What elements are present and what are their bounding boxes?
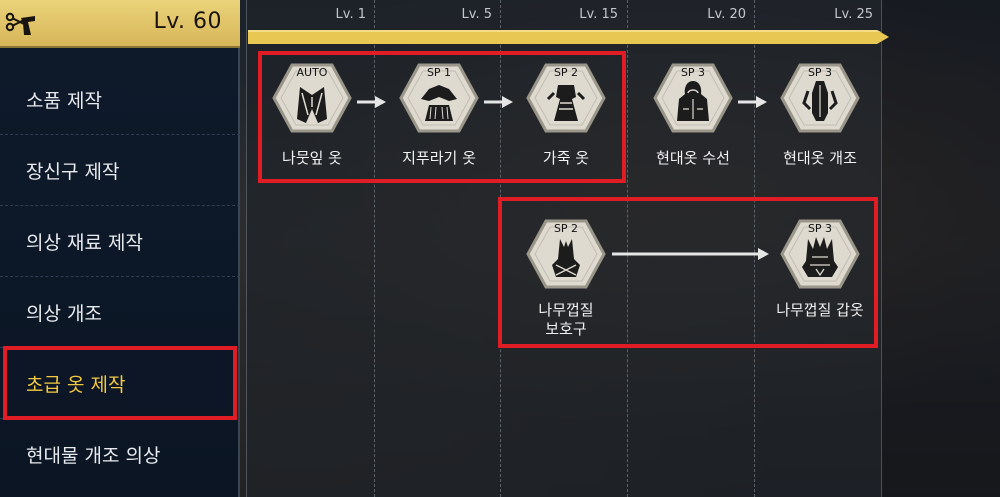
menu-item-label: 의상 개조 xyxy=(26,302,102,325)
node-label: 현대옷 개조 xyxy=(783,149,857,167)
node-label: 나뭇잎 옷 xyxy=(282,149,342,167)
column-level-label: Lv. 20 xyxy=(707,7,746,22)
menu-item-label: 의상 재료 제작 xyxy=(26,231,143,254)
hex-frame: SP 1 xyxy=(399,63,479,133)
arrow-right-icon xyxy=(357,96,386,108)
hex-frame: SP 3 xyxy=(780,219,860,289)
level-header: Lv. 60 xyxy=(0,0,240,48)
column-level-label: Lv. 15 xyxy=(579,7,618,22)
hex-frame: SP 3 xyxy=(653,63,733,133)
node-cost-tag: SP 3 xyxy=(680,66,706,79)
level-progress-banner xyxy=(248,30,889,44)
node-cost-tag: SP 1 xyxy=(426,66,452,79)
menu-item-clothing-material-crafting[interactable]: 의상 재료 제작 xyxy=(0,206,240,277)
arrow-right-long-icon xyxy=(612,248,769,260)
column-divider xyxy=(500,0,501,497)
node-cost-tag: SP 2 xyxy=(553,222,579,235)
node-cost-tag: SP 2 xyxy=(553,66,579,79)
hex-frame: SP 2 xyxy=(526,219,606,289)
character-level: Lv. 60 xyxy=(153,9,222,34)
node-label: 가죽 옷 xyxy=(542,149,590,167)
menu-item-label: 장신구 제작 xyxy=(26,160,120,183)
arrow-right-icon xyxy=(738,96,767,108)
node-label: 지푸라기 옷 xyxy=(402,149,476,167)
menu-item-accessory-crafting[interactable]: 장신구 제작 xyxy=(0,135,240,206)
sewing-craft-icon xyxy=(5,12,35,35)
column-level-label: Lv. 1 xyxy=(335,7,366,22)
node-cost-tag: SP 3 xyxy=(807,222,833,235)
menu-item-modern-modified-clothes[interactable]: 현대물 개조 의상 xyxy=(0,419,240,490)
hex-frame: SP 3 xyxy=(780,63,860,133)
menu-item-label: 소품 제작 xyxy=(26,89,102,112)
hex-frame: SP 2 xyxy=(526,63,606,133)
menu-item-clothing-modification[interactable]: 의상 개조 xyxy=(0,277,240,348)
column-divider xyxy=(374,0,375,497)
menu-item-props-crafting[interactable]: 소품 제작 xyxy=(0,64,240,135)
crafting-category-sidebar: Lv. 60 소품 제작 장신구 제작 의상 재료 제작 의상 개조 초급 옷 … xyxy=(0,0,240,497)
hex-frame: AUTO xyxy=(272,63,352,133)
skill-tree-empty-column xyxy=(881,0,1000,497)
column-level-label: Lv. 25 xyxy=(834,7,873,22)
menu-item-label: 초급 옷 제작 xyxy=(26,373,126,396)
node-cost-tag: AUTO xyxy=(296,66,328,79)
node-label: 현대옷 수선 xyxy=(656,149,730,167)
arrow-right-icon xyxy=(484,96,513,108)
column-level-label: Lv. 5 xyxy=(461,7,492,22)
node-label: 나무껍질 xyxy=(538,301,594,319)
menu-item-basic-clothes-crafting[interactable]: 초급 옷 제작 xyxy=(0,348,240,419)
node-label: 나무껍질 갑옷 xyxy=(776,301,864,319)
node-label: 보호구 xyxy=(545,320,587,338)
node-cost-tag: SP 3 xyxy=(807,66,833,79)
menu-item-label: 현대물 개조 의상 xyxy=(26,445,161,467)
